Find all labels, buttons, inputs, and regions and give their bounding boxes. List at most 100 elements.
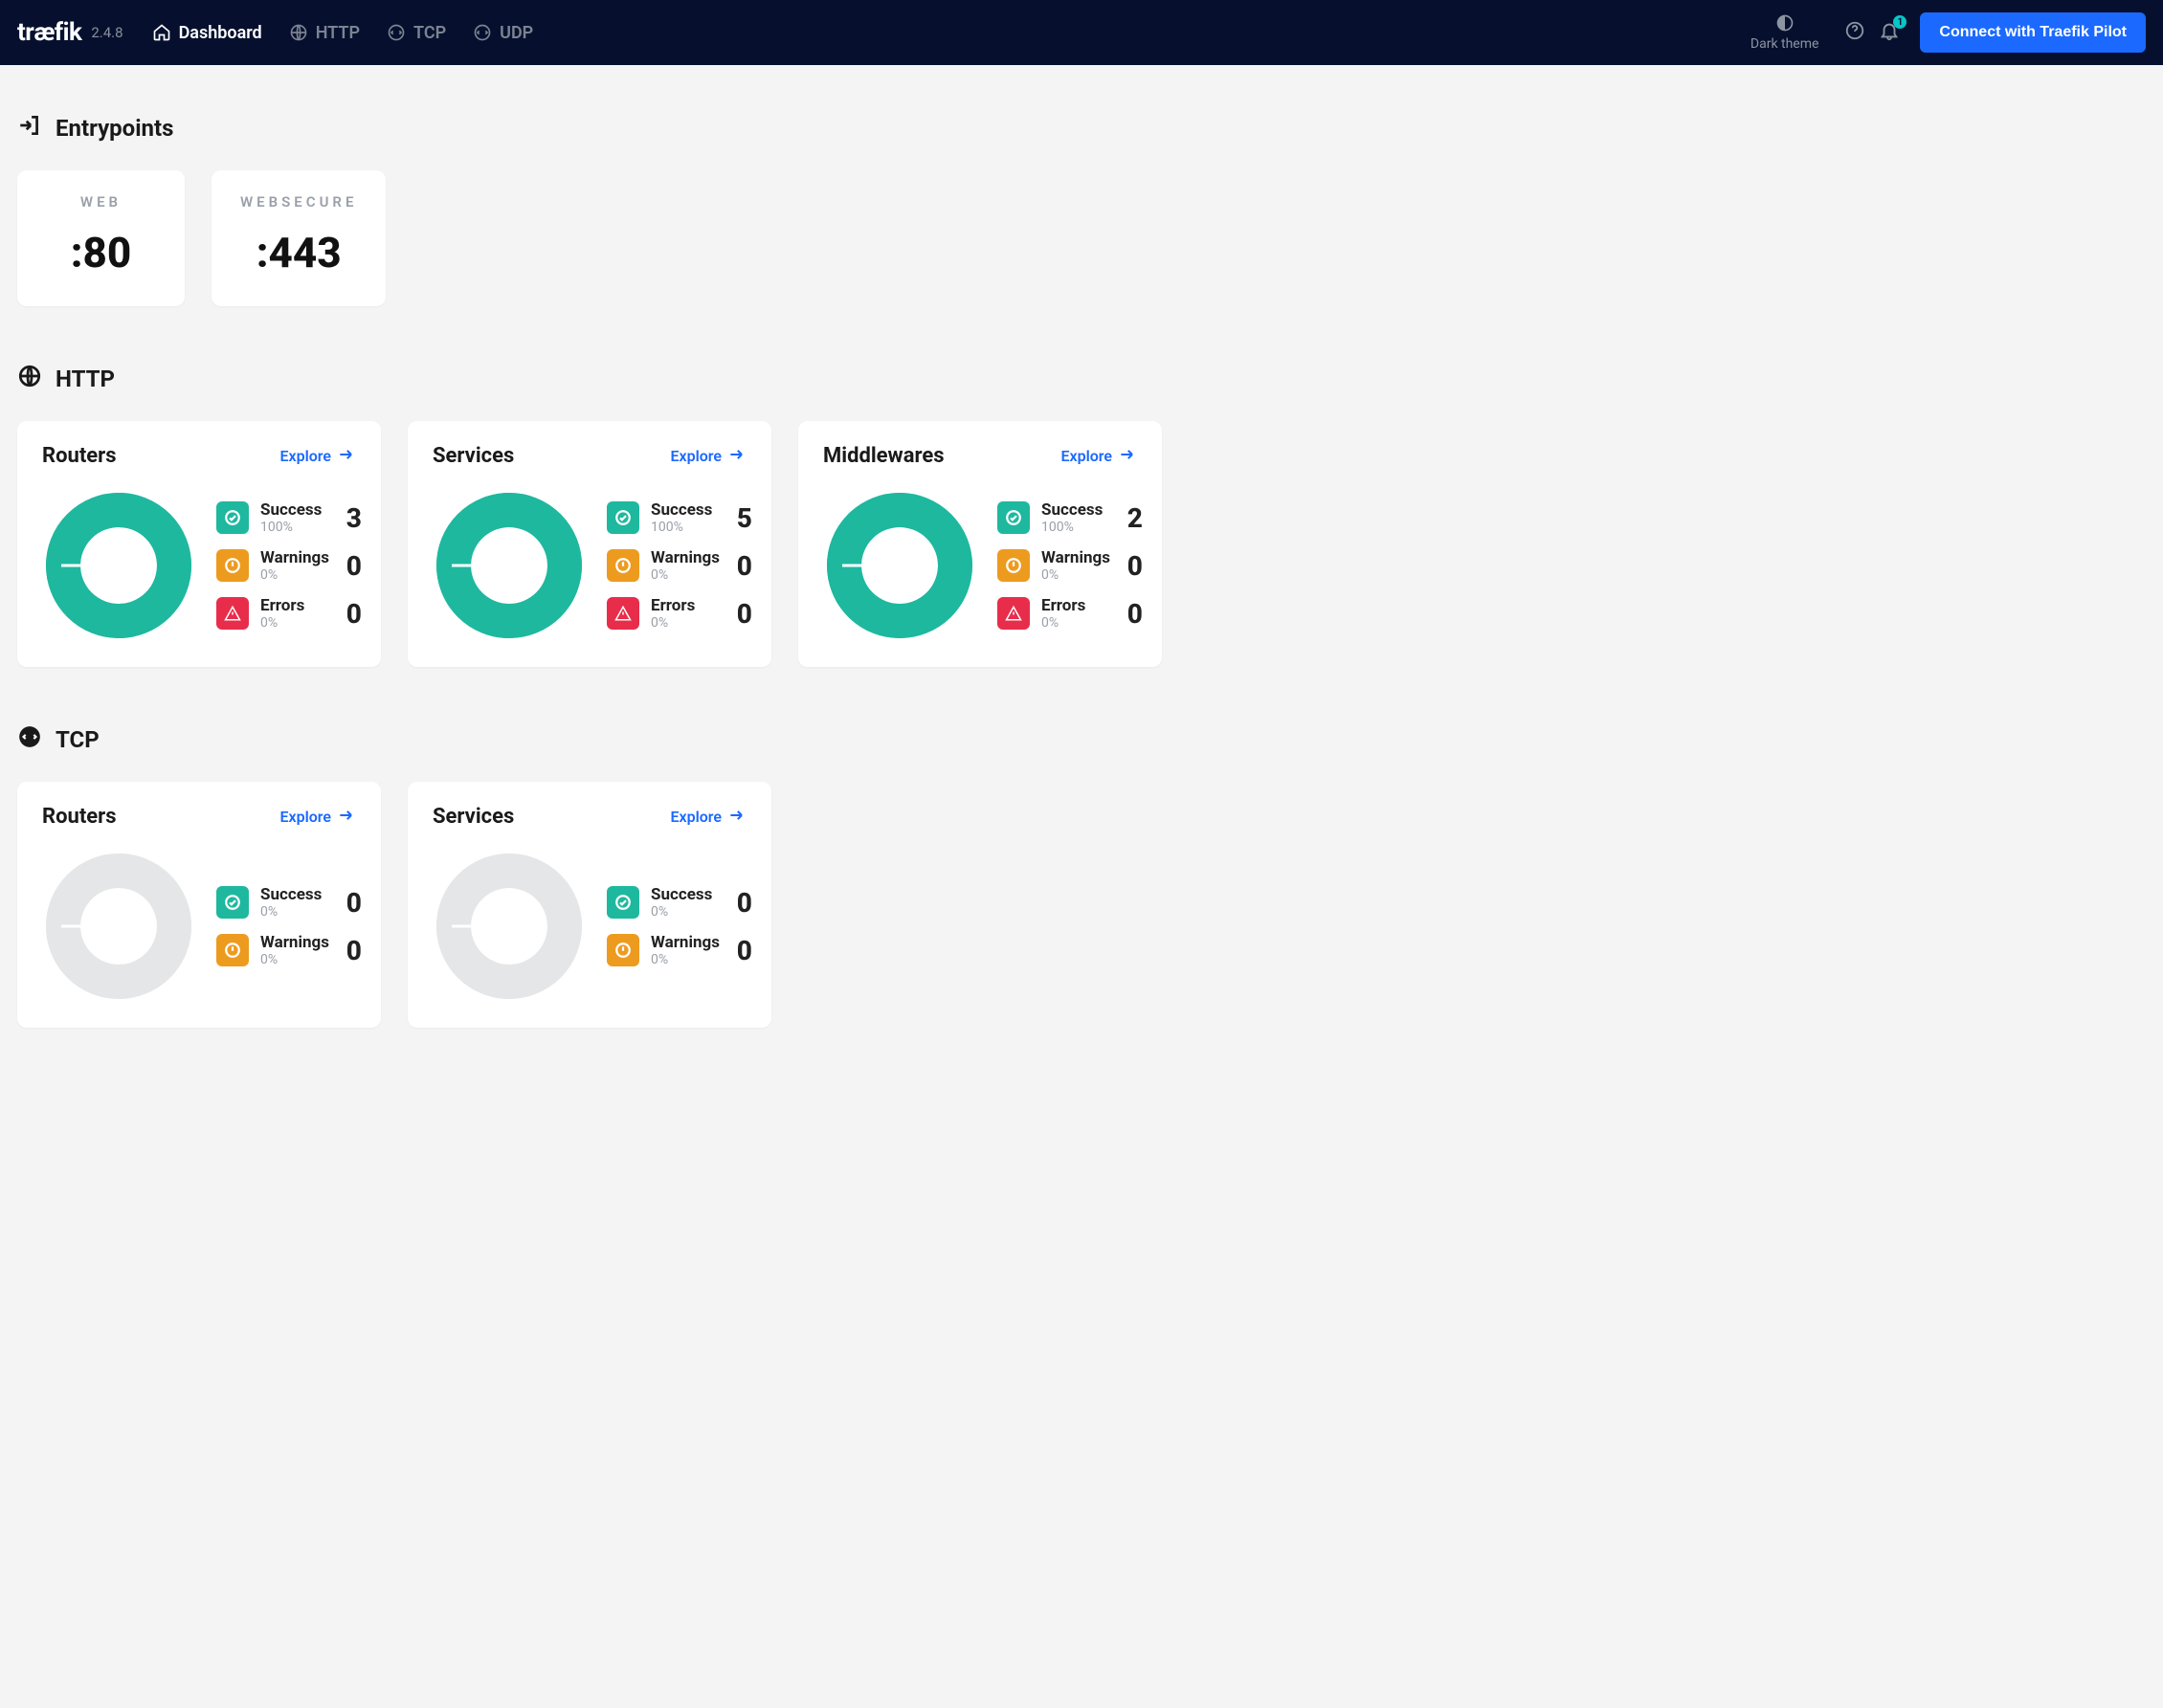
section-title: HTTP bbox=[56, 366, 115, 392]
stat-row-error: Errors 0% 0 bbox=[216, 596, 362, 631]
stat-pct: 100% bbox=[651, 520, 720, 535]
entrypoints-row: WEB :80 WEBSECURE :443 bbox=[17, 170, 2146, 306]
stats-list: Success 100% 5 Warnings 0% 0 Errors 0% 0 bbox=[607, 500, 752, 631]
arrow-right-icon bbox=[337, 806, 356, 829]
explore-link[interactable]: Explore bbox=[670, 806, 747, 829]
card-body: Success 0% 0 Warnings 0% 0 bbox=[433, 850, 747, 1003]
topbar: træfik 2.4.8 Dashboard HTTP TCP UDP bbox=[0, 0, 2163, 65]
stat-label: Warnings bbox=[1041, 548, 1110, 567]
globe-icon bbox=[289, 23, 308, 42]
stat-label: Success bbox=[260, 885, 329, 904]
stat-pct: 0% bbox=[651, 952, 720, 967]
card-header: Services Explore bbox=[433, 444, 747, 468]
warning-icon bbox=[997, 549, 1030, 582]
entrypoint-name: WEB bbox=[46, 193, 156, 211]
stat-label-group: Errors 0% bbox=[1041, 596, 1110, 631]
error-icon bbox=[997, 597, 1030, 630]
nav-tcp[interactable]: TCP bbox=[387, 23, 446, 43]
stat-label-group: Warnings 0% bbox=[260, 548, 329, 583]
stat-card: Routers Explore Success 0% 0 Warnings 0%… bbox=[17, 782, 381, 1028]
stat-pct: 100% bbox=[260, 520, 329, 535]
card-body: Success 100% 5 Warnings 0% 0 Errors 0% 0 bbox=[433, 489, 747, 642]
stat-label: Warnings bbox=[260, 548, 329, 567]
stat-label: Success bbox=[1041, 500, 1110, 520]
stat-row-success: Success 0% 0 bbox=[607, 885, 752, 920]
stat-row-error: Errors 0% 0 bbox=[607, 596, 752, 631]
stat-label: Success bbox=[651, 885, 720, 904]
stat-label-group: Success 0% bbox=[651, 885, 720, 920]
stat-label: Errors bbox=[1041, 596, 1110, 615]
stat-count: 3 bbox=[341, 502, 362, 534]
donut-chart bbox=[433, 489, 586, 642]
stat-pct: 0% bbox=[260, 904, 329, 920]
stat-card: Middlewares Explore Success 100% 2 Warni… bbox=[798, 421, 1162, 667]
card-header: Middlewares Explore bbox=[823, 444, 1137, 468]
section-tcp-header: TCP bbox=[17, 724, 2146, 755]
stat-label-group: Warnings 0% bbox=[651, 933, 720, 967]
entrypoint-card[interactable]: WEB :80 bbox=[17, 170, 185, 306]
section-http-header: HTTP bbox=[17, 364, 2146, 394]
help-button[interactable] bbox=[1838, 15, 1872, 50]
stat-count: 0 bbox=[341, 550, 362, 582]
stat-card: Services Explore Success 0% 0 Warnings 0… bbox=[408, 782, 771, 1028]
card-body: Success 100% 3 Warnings 0% 0 Errors 0% 0 bbox=[42, 489, 356, 642]
warning-icon bbox=[216, 934, 249, 966]
entrypoint-card[interactable]: WEBSECURE :443 bbox=[212, 170, 386, 306]
stat-count: 2 bbox=[1122, 502, 1143, 534]
warning-icon bbox=[607, 549, 639, 582]
stat-label: Errors bbox=[260, 596, 329, 615]
explore-link[interactable]: Explore bbox=[670, 445, 747, 468]
explore-label: Explore bbox=[279, 447, 331, 465]
stat-count: 0 bbox=[731, 550, 752, 582]
success-icon bbox=[997, 501, 1030, 534]
error-icon bbox=[216, 597, 249, 630]
donut-chart bbox=[42, 850, 195, 1003]
logo: træfik bbox=[17, 18, 81, 47]
nav-http[interactable]: HTTP bbox=[289, 23, 360, 43]
warning-icon bbox=[216, 549, 249, 582]
explore-label: Explore bbox=[670, 808, 722, 826]
connect-pilot-button[interactable]: Connect with Traefik Pilot bbox=[1920, 12, 2146, 53]
swap-icon bbox=[473, 23, 492, 42]
explore-link[interactable]: Explore bbox=[1060, 445, 1137, 468]
stat-pct: 0% bbox=[651, 567, 720, 583]
stat-pct: 0% bbox=[260, 615, 329, 631]
explore-link[interactable]: Explore bbox=[279, 806, 356, 829]
card-title: Routers bbox=[42, 444, 117, 468]
card-body: Success 100% 2 Warnings 0% 0 Errors 0% 0 bbox=[823, 489, 1137, 642]
explore-link[interactable]: Explore bbox=[279, 445, 356, 468]
donut-chart bbox=[42, 489, 195, 642]
stat-pct: 0% bbox=[1041, 567, 1110, 583]
card-header: Routers Explore bbox=[42, 805, 356, 829]
entrypoint-port: :80 bbox=[46, 228, 156, 277]
stats-list: Success 100% 3 Warnings 0% 0 Errors 0% 0 bbox=[216, 500, 362, 631]
explore-label: Explore bbox=[1060, 447, 1112, 465]
section-title: Entrypoints bbox=[56, 115, 173, 142]
section-entrypoints-header: Entrypoints bbox=[17, 113, 2146, 144]
nav-udp[interactable]: UDP bbox=[473, 23, 533, 43]
arrow-right-icon bbox=[337, 445, 356, 468]
globe-icon bbox=[17, 364, 42, 394]
stat-count: 5 bbox=[731, 502, 752, 534]
stat-row-success: Success 100% 3 bbox=[216, 500, 362, 535]
stats-list: Success 0% 0 Warnings 0% 0 bbox=[607, 885, 752, 967]
stat-row-success: Success 100% 5 bbox=[607, 500, 752, 535]
stat-label: Warnings bbox=[260, 933, 329, 952]
card-header: Services Explore bbox=[433, 805, 747, 829]
card-header: Routers Explore bbox=[42, 444, 356, 468]
stat-row-warning: Warnings 0% 0 bbox=[607, 548, 752, 583]
http-cards-row: Routers Explore Success 100% 3 Warnings … bbox=[17, 421, 2146, 667]
entrypoint-port: :443 bbox=[240, 228, 357, 277]
card-title: Middlewares bbox=[823, 444, 945, 468]
swap-icon bbox=[17, 724, 42, 755]
stat-row-success: Success 0% 0 bbox=[216, 885, 362, 920]
notifications-badge: 1 bbox=[1893, 15, 1907, 29]
page-body: Entrypoints WEB :80 WEBSECURE :443 HTTP … bbox=[0, 65, 2163, 1114]
entrypoint-name: WEBSECURE bbox=[240, 193, 357, 211]
stat-count: 0 bbox=[1122, 550, 1143, 582]
arrow-right-icon bbox=[1118, 445, 1137, 468]
stat-label: Warnings bbox=[651, 548, 720, 567]
theme-toggle[interactable]: Dark theme bbox=[1750, 13, 1819, 52]
nav-dashboard[interactable]: Dashboard bbox=[152, 23, 262, 43]
notifications-button[interactable]: 1 bbox=[1872, 15, 1907, 50]
